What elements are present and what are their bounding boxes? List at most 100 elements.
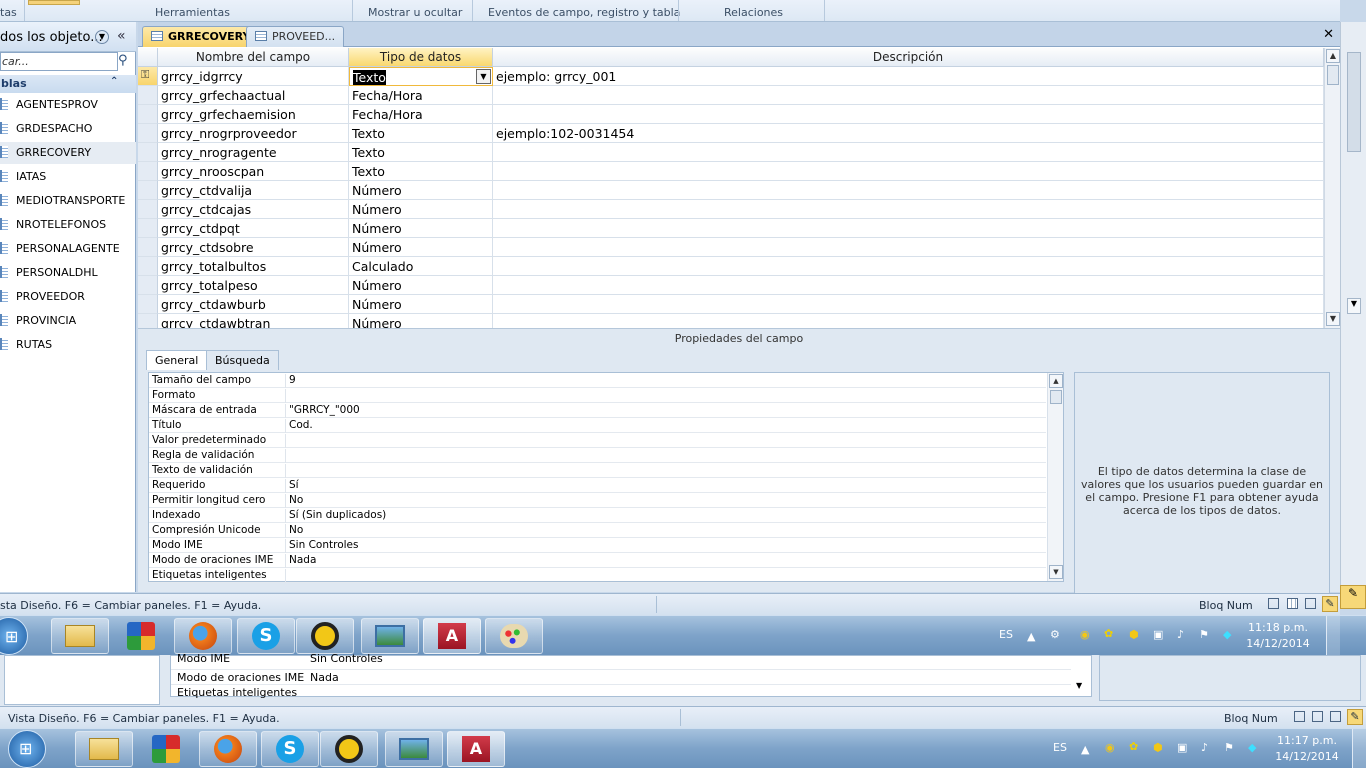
tray-app-icon[interactable]: ⚙ bbox=[1050, 628, 1060, 641]
field-row[interactable]: grrcy_ctdawbtran Número bbox=[138, 314, 1324, 328]
property-value[interactable] bbox=[285, 464, 1046, 478]
action-center-flag-icon[interactable]: ⚑ bbox=[1199, 628, 1209, 641]
row-selector[interactable] bbox=[138, 257, 158, 276]
network-icon[interactable]: ▣ bbox=[1153, 628, 1163, 641]
outer-scroll-thumb[interactable] bbox=[1347, 52, 1361, 152]
property-value[interactable]: Sí (Sin duplicados) bbox=[285, 509, 1046, 523]
skype-button[interactable]: S bbox=[261, 731, 319, 767]
description-cell[interactable] bbox=[493, 143, 1324, 162]
description-cell[interactable] bbox=[493, 295, 1324, 314]
data-type-cell[interactable]: Número bbox=[349, 200, 493, 219]
nav-item-mediotransporte[interactable]: MEDIOTRANSPORTE bbox=[0, 190, 136, 212]
field-row[interactable]: ⚿ grrcy_idgrrcy Texto ▼ ejemplo: grrcy_001 bbox=[138, 67, 1324, 86]
field-row[interactable]: grrcy_ctdvalija Número bbox=[138, 181, 1324, 200]
data-type-cell[interactable]: Número bbox=[349, 295, 493, 314]
nav-item-rutas[interactable]: RUTAS bbox=[0, 334, 136, 356]
scroll-up-icon[interactable]: ▲ bbox=[1326, 49, 1340, 63]
field-row[interactable]: grrcy_nrooscpan Texto bbox=[138, 162, 1324, 181]
data-type-cell[interactable]: Fecha/Hora bbox=[349, 86, 493, 105]
tab-general[interactable]: General bbox=[146, 350, 208, 370]
data-type-cell[interactable]: Número bbox=[349, 314, 493, 328]
access-button[interactable]: A bbox=[423, 618, 481, 654]
field-row[interactable]: grrcy_totalbultos Calculado bbox=[138, 257, 1324, 276]
datasheet-view-icon[interactable] bbox=[1294, 711, 1305, 722]
pivot-table-icon[interactable] bbox=[1287, 598, 1298, 609]
nav-category-header[interactable]: blas ⌃ bbox=[0, 75, 136, 93]
data-type-cell[interactable]: Número bbox=[349, 219, 493, 238]
tab-proveedor[interactable]: PROVEED... bbox=[246, 26, 345, 47]
row-selector[interactable] bbox=[138, 143, 158, 162]
design-view-icon-outer[interactable]: ✎ bbox=[1340, 585, 1366, 609]
grid-scrollbar[interactable]: ▲ ▼ bbox=[1324, 48, 1340, 328]
language-indicator[interactable]: ES bbox=[999, 628, 1013, 641]
pivot-table-icon[interactable] bbox=[1312, 711, 1323, 722]
app-q-button[interactable] bbox=[320, 731, 378, 767]
property-value[interactable] bbox=[285, 569, 1046, 583]
column-header-description[interactable]: Descripción bbox=[493, 48, 1324, 67]
clock[interactable]: 11:18 p.m. 14/12/2014 bbox=[1246, 620, 1310, 652]
tray-q-icon[interactable]: ◉ bbox=[1105, 741, 1115, 754]
close-icon[interactable]: ✕ bbox=[1323, 27, 1334, 42]
field-name-cell[interactable]: grrcy_idgrrcy bbox=[158, 67, 349, 86]
photo-viewer-button[interactable] bbox=[385, 731, 443, 767]
nav-item-grrecovery[interactable]: GRRECOVERY bbox=[0, 142, 136, 164]
tab-grrecovery[interactable]: GRRECOVERY bbox=[142, 26, 260, 47]
row-selector[interactable] bbox=[138, 86, 158, 105]
language-indicator[interactable]: ES bbox=[1053, 741, 1067, 754]
row-selector[interactable] bbox=[138, 200, 158, 219]
avg-button[interactable] bbox=[137, 731, 195, 767]
field-row[interactable]: grrcy_grfechaactual Fecha/Hora bbox=[138, 86, 1324, 105]
property-value[interactable]: Sin Controles bbox=[285, 539, 1046, 553]
field-name-cell[interactable]: grrcy_ctdvalija bbox=[158, 181, 349, 200]
tab-busqueda[interactable]: Búsqueda bbox=[206, 350, 279, 370]
field-name-cell[interactable]: grrcy_nrooscpan bbox=[158, 162, 349, 181]
row-selector[interactable] bbox=[138, 181, 158, 200]
scroll-thumb[interactable] bbox=[1327, 65, 1339, 85]
nav-item-provincia[interactable]: PROVINCIA bbox=[0, 310, 136, 332]
tray-security-icon[interactable]: ⬢ bbox=[1129, 628, 1139, 641]
tray-flower-icon[interactable]: ✿ bbox=[1104, 627, 1113, 640]
description-cell[interactable] bbox=[493, 105, 1324, 124]
scroll-up-icon[interactable]: ▲ bbox=[1049, 374, 1063, 388]
tray-dropbox-icon[interactable]: ◆ bbox=[1223, 628, 1231, 641]
data-type-cell[interactable]: Texto bbox=[349, 124, 493, 143]
scroll-down-icon[interactable]: ▼ bbox=[1326, 312, 1340, 326]
dropdown-arrow-icon[interactable]: ▼ bbox=[476, 69, 491, 84]
search-icon[interactable]: ⚲ bbox=[118, 53, 128, 68]
field-name-cell[interactable]: grrcy_ctdpqt bbox=[158, 219, 349, 238]
field-row[interactable]: grrcy_ctdawburb Número bbox=[138, 295, 1324, 314]
nav-item-agentesprov[interactable]: AGENTESPROV bbox=[0, 94, 136, 116]
tray-q-icon[interactable]: ◉ bbox=[1080, 628, 1090, 641]
field-row[interactable]: grrcy_ctdcajas Número bbox=[138, 200, 1324, 219]
field-row[interactable]: grrcy_ctdpqt Número bbox=[138, 219, 1324, 238]
data-type-cell[interactable]: Número bbox=[349, 181, 493, 200]
tray-flower-icon[interactable]: ✿ bbox=[1129, 740, 1138, 753]
explorer-button[interactable] bbox=[51, 618, 109, 654]
volume-icon[interactable]: ♪ bbox=[1201, 741, 1208, 754]
column-header-data-type[interactable]: Tipo de datos bbox=[349, 48, 493, 67]
field-name-cell[interactable]: grrcy_totalbultos bbox=[158, 257, 349, 276]
start-button[interactable]: ⊞ bbox=[0, 617, 28, 655]
field-name-cell[interactable]: grrcy_totalpeso bbox=[158, 276, 349, 295]
nav-search-input[interactable]: car... bbox=[0, 52, 118, 71]
chevron-down-icon[interactable]: ▼ bbox=[95, 30, 109, 44]
app-q-button[interactable] bbox=[296, 618, 354, 654]
description-cell[interactable] bbox=[493, 238, 1324, 257]
property-value[interactable]: Cod. bbox=[285, 419, 1046, 433]
nav-item-proveedor[interactable]: PROVEEDOR bbox=[0, 286, 136, 308]
design-view-icon[interactable]: ✎ bbox=[1322, 596, 1338, 612]
field-name-cell[interactable]: grrcy_ctdawburb bbox=[158, 295, 349, 314]
network-icon[interactable]: ▣ bbox=[1177, 741, 1187, 754]
field-name-cell[interactable]: grrcy_grfechaactual bbox=[158, 86, 349, 105]
avg-button[interactable] bbox=[112, 618, 170, 654]
property-value[interactable]: No bbox=[285, 524, 1046, 538]
property-value[interactable]: No bbox=[285, 494, 1046, 508]
row-selector[interactable] bbox=[138, 276, 158, 295]
field-name-cell[interactable]: grrcy_ctdawbtran bbox=[158, 314, 349, 328]
property-value[interactable]: Sí bbox=[285, 479, 1046, 493]
properties-scrollbar[interactable]: ▲ ▼ bbox=[1047, 373, 1063, 581]
clock[interactable]: 11:17 p.m. 14/12/2014 bbox=[1275, 733, 1339, 765]
data-type-cell[interactable]: Número bbox=[349, 276, 493, 295]
data-type-cell[interactable]: Texto bbox=[349, 162, 493, 181]
description-cell[interactable] bbox=[493, 162, 1324, 181]
